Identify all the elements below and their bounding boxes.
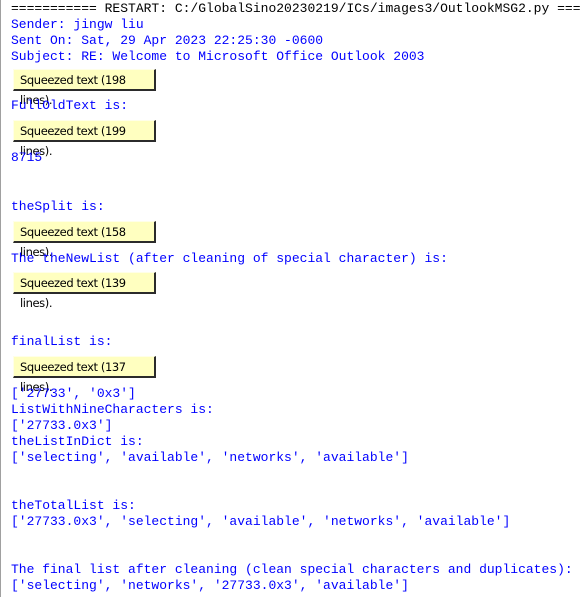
squeezed-text-button[interactable]: Squeezed text (139 lines).: [13, 272, 156, 310]
nine-chars-value: ['27733.0x3']: [11, 418, 113, 433]
full-old-text-label: FullOldText is:: [11, 98, 129, 113]
python-shell-output[interactable]: =========== RESTART: C:/GlobalSino202302…: [0, 0, 587, 597]
cleaned-list-value: ['selecting', 'networks', '27733.0x3', '…: [11, 578, 409, 593]
the-split-label: theSplit is:: [11, 199, 105, 214]
squeezed-text-button[interactable]: Squeezed text (199 lines).: [13, 120, 156, 158]
subject-line: Subject: RE: Welcome to Microsoft Office…: [11, 49, 425, 64]
new-list-label: The theNewList (after cleaning of specia…: [11, 251, 448, 266]
sent-on-line: Sent On: Sat, 29 Apr 2023 22:25:30 -0600: [11, 33, 324, 48]
cleaned-list-label: The final list after cleaning (clean spe…: [11, 562, 573, 577]
list-in-dict-value: ['selecting', 'available', 'networks', '…: [11, 450, 409, 465]
squeezed-text-button[interactable]: Squeezed text (198 lines).: [13, 69, 156, 107]
restart-banner: =========== RESTART: C:/GlobalSino202302…: [11, 1, 581, 16]
squeezed-text-button[interactable]: Squeezed text (137 lines).: [13, 356, 156, 394]
nine-chars-label: ListWithNineCharacters is:: [11, 402, 214, 417]
length-value: 8715: [11, 150, 43, 165]
final-list-label: finalList is:: [11, 334, 113, 349]
list-in-dict-label: theListInDict is:: [11, 434, 144, 449]
total-list-label: theTotalList is:: [11, 498, 136, 513]
squeezed-text-button[interactable]: Squeezed text (158 lines).: [13, 221, 156, 259]
total-list-value: ['27733.0x3', 'selecting', 'available', …: [11, 514, 511, 529]
sender-line: Sender: jingw liu: [11, 17, 144, 32]
final-list-value: ['27733', '0x3']: [11, 386, 136, 401]
